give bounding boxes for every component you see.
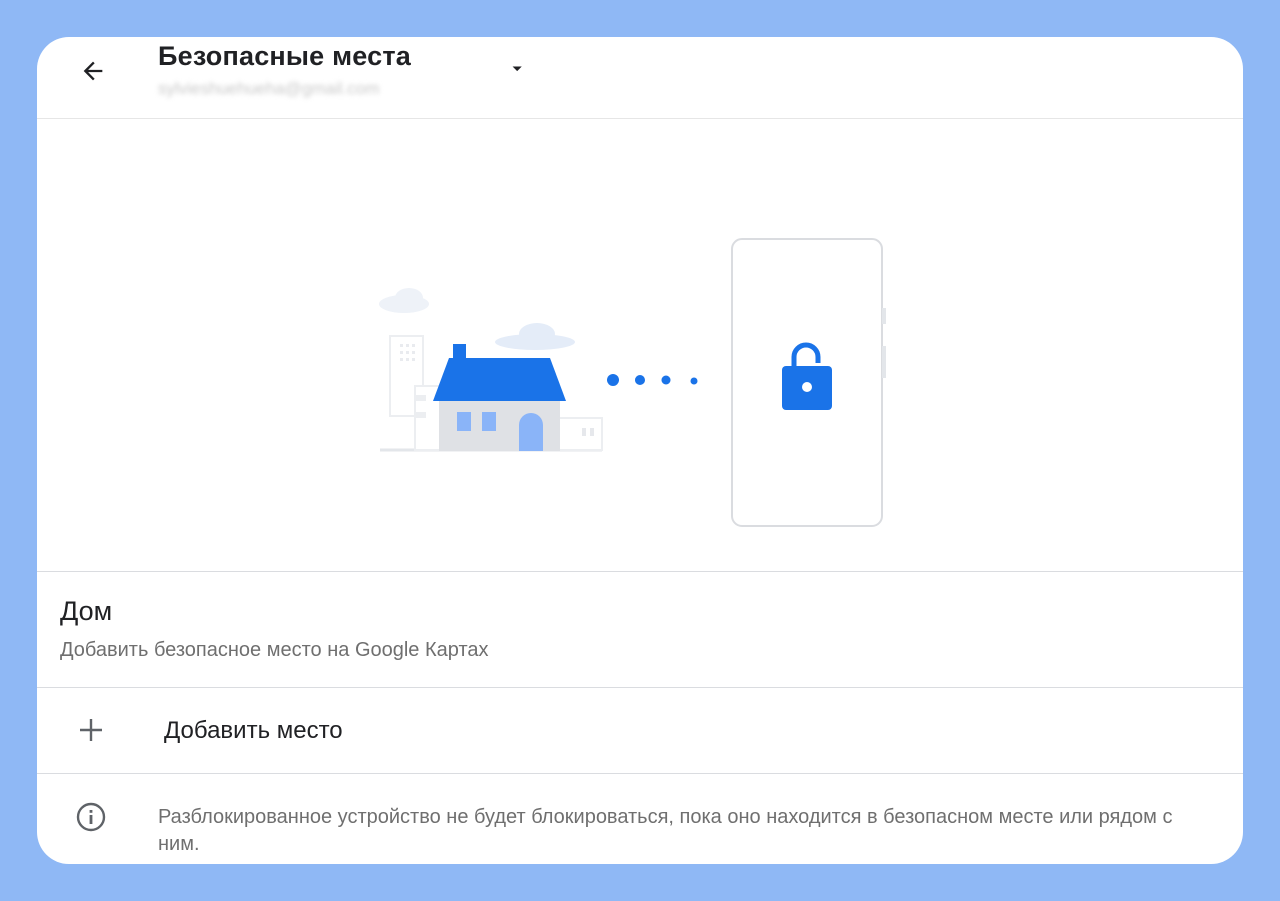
info-note: Разблокированное устройство не будет бло… — [37, 774, 1243, 864]
safe-place-illustration — [37, 120, 1243, 570]
account-dropdown-button[interactable] — [503, 55, 531, 83]
cloud-icon — [379, 288, 429, 313]
house-icon — [433, 344, 566, 451]
account-email: sylvieshuehueha@gmail.com — [158, 79, 380, 98]
info-text: Разблокированное устройство не будет бло… — [158, 806, 1173, 855]
back-button[interactable] — [73, 51, 113, 91]
add-place-button[interactable]: Добавить место — [37, 688, 1243, 773]
info-icon — [76, 802, 106, 832]
connection-dots — [607, 374, 698, 386]
arrow-drop-down-icon — [512, 66, 522, 72]
arrow-back-icon — [83, 61, 103, 81]
illustration-graphic — [379, 238, 886, 527]
home-subtitle: Добавить безопасное место на Google Карт… — [60, 639, 489, 661]
safe-places-card: Безопасные места sylvieshuehueha@gmail.c… — [37, 37, 1243, 864]
home-title: Дом — [60, 596, 113, 626]
plus-icon — [80, 719, 102, 741]
page-title: Безопасные места — [158, 41, 411, 71]
app-header: Безопасные места sylvieshuehueha@gmail.c… — [37, 37, 1243, 119]
cloud-icon — [495, 323, 575, 350]
safe-place-home[interactable]: Дом Добавить безопасное место на Google … — [37, 572, 1243, 687]
add-place-label: Добавить место — [164, 717, 343, 744]
